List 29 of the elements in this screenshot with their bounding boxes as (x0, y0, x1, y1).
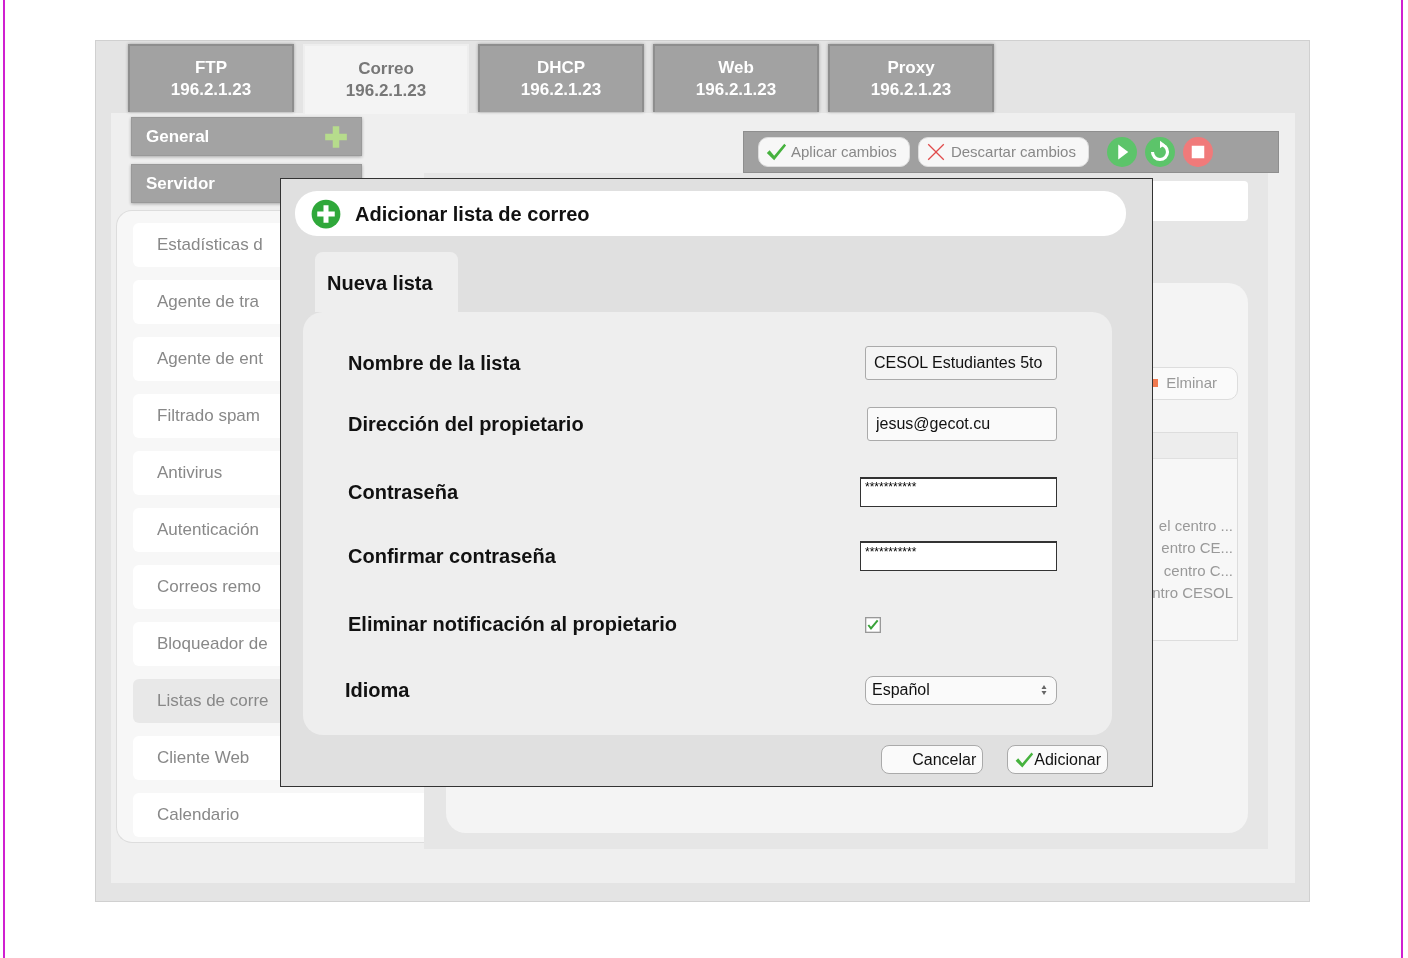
input-field[interactable]: jesus@gecot.cu (867, 407, 1057, 441)
checkbox[interactable] (865, 616, 881, 633)
dialog-tab[interactable]: Nueva lista (315, 252, 458, 312)
input-field[interactable]: CESOL Estudiantes 5to (865, 346, 1057, 380)
server-tab[interactable]: Web 196.2.1.23 (653, 44, 819, 112)
password-field[interactable]: *********** (860, 541, 1057, 571)
plus-icon (323, 123, 349, 150)
add-icon (311, 198, 341, 229)
check-icon (765, 141, 787, 163)
stop-icon[interactable] (1182, 137, 1213, 167)
section-header[interactable]: General (131, 117, 362, 156)
table-cell-text: ntro CESOL (1151, 583, 1234, 603)
server-tab[interactable]: FTP 196.2.1.23 (128, 44, 294, 112)
add-button[interactable]: Adicionar (1007, 745, 1108, 774)
password-field[interactable]: *********** (860, 476, 1057, 507)
cancel-button[interactable]: Cancelar (881, 745, 984, 774)
server-tab[interactable]: DHCP 196.2.1.23 (478, 44, 644, 112)
server-tab[interactable]: Proxy 196.2.1.23 (828, 44, 994, 112)
sidebar-item[interactable]: Calendario (133, 793, 424, 837)
server-tab[interactable]: Correo 196.2.1.23 (303, 44, 469, 114)
field-label: Idioma (345, 678, 410, 703)
table-cell-text: el centro ... (1157, 515, 1234, 536)
toolbar-button[interactable]: Descartar cambios (917, 136, 1089, 168)
toolbar-button[interactable]: Aplicar cambios (758, 136, 910, 168)
table-cell-text: centro C... (1162, 560, 1234, 581)
language-select[interactable]: Español (865, 675, 1057, 705)
refresh-icon[interactable] (1144, 137, 1175, 167)
play-icon[interactable] (1106, 137, 1137, 167)
table-cell-text: entro CE... (1160, 538, 1234, 558)
